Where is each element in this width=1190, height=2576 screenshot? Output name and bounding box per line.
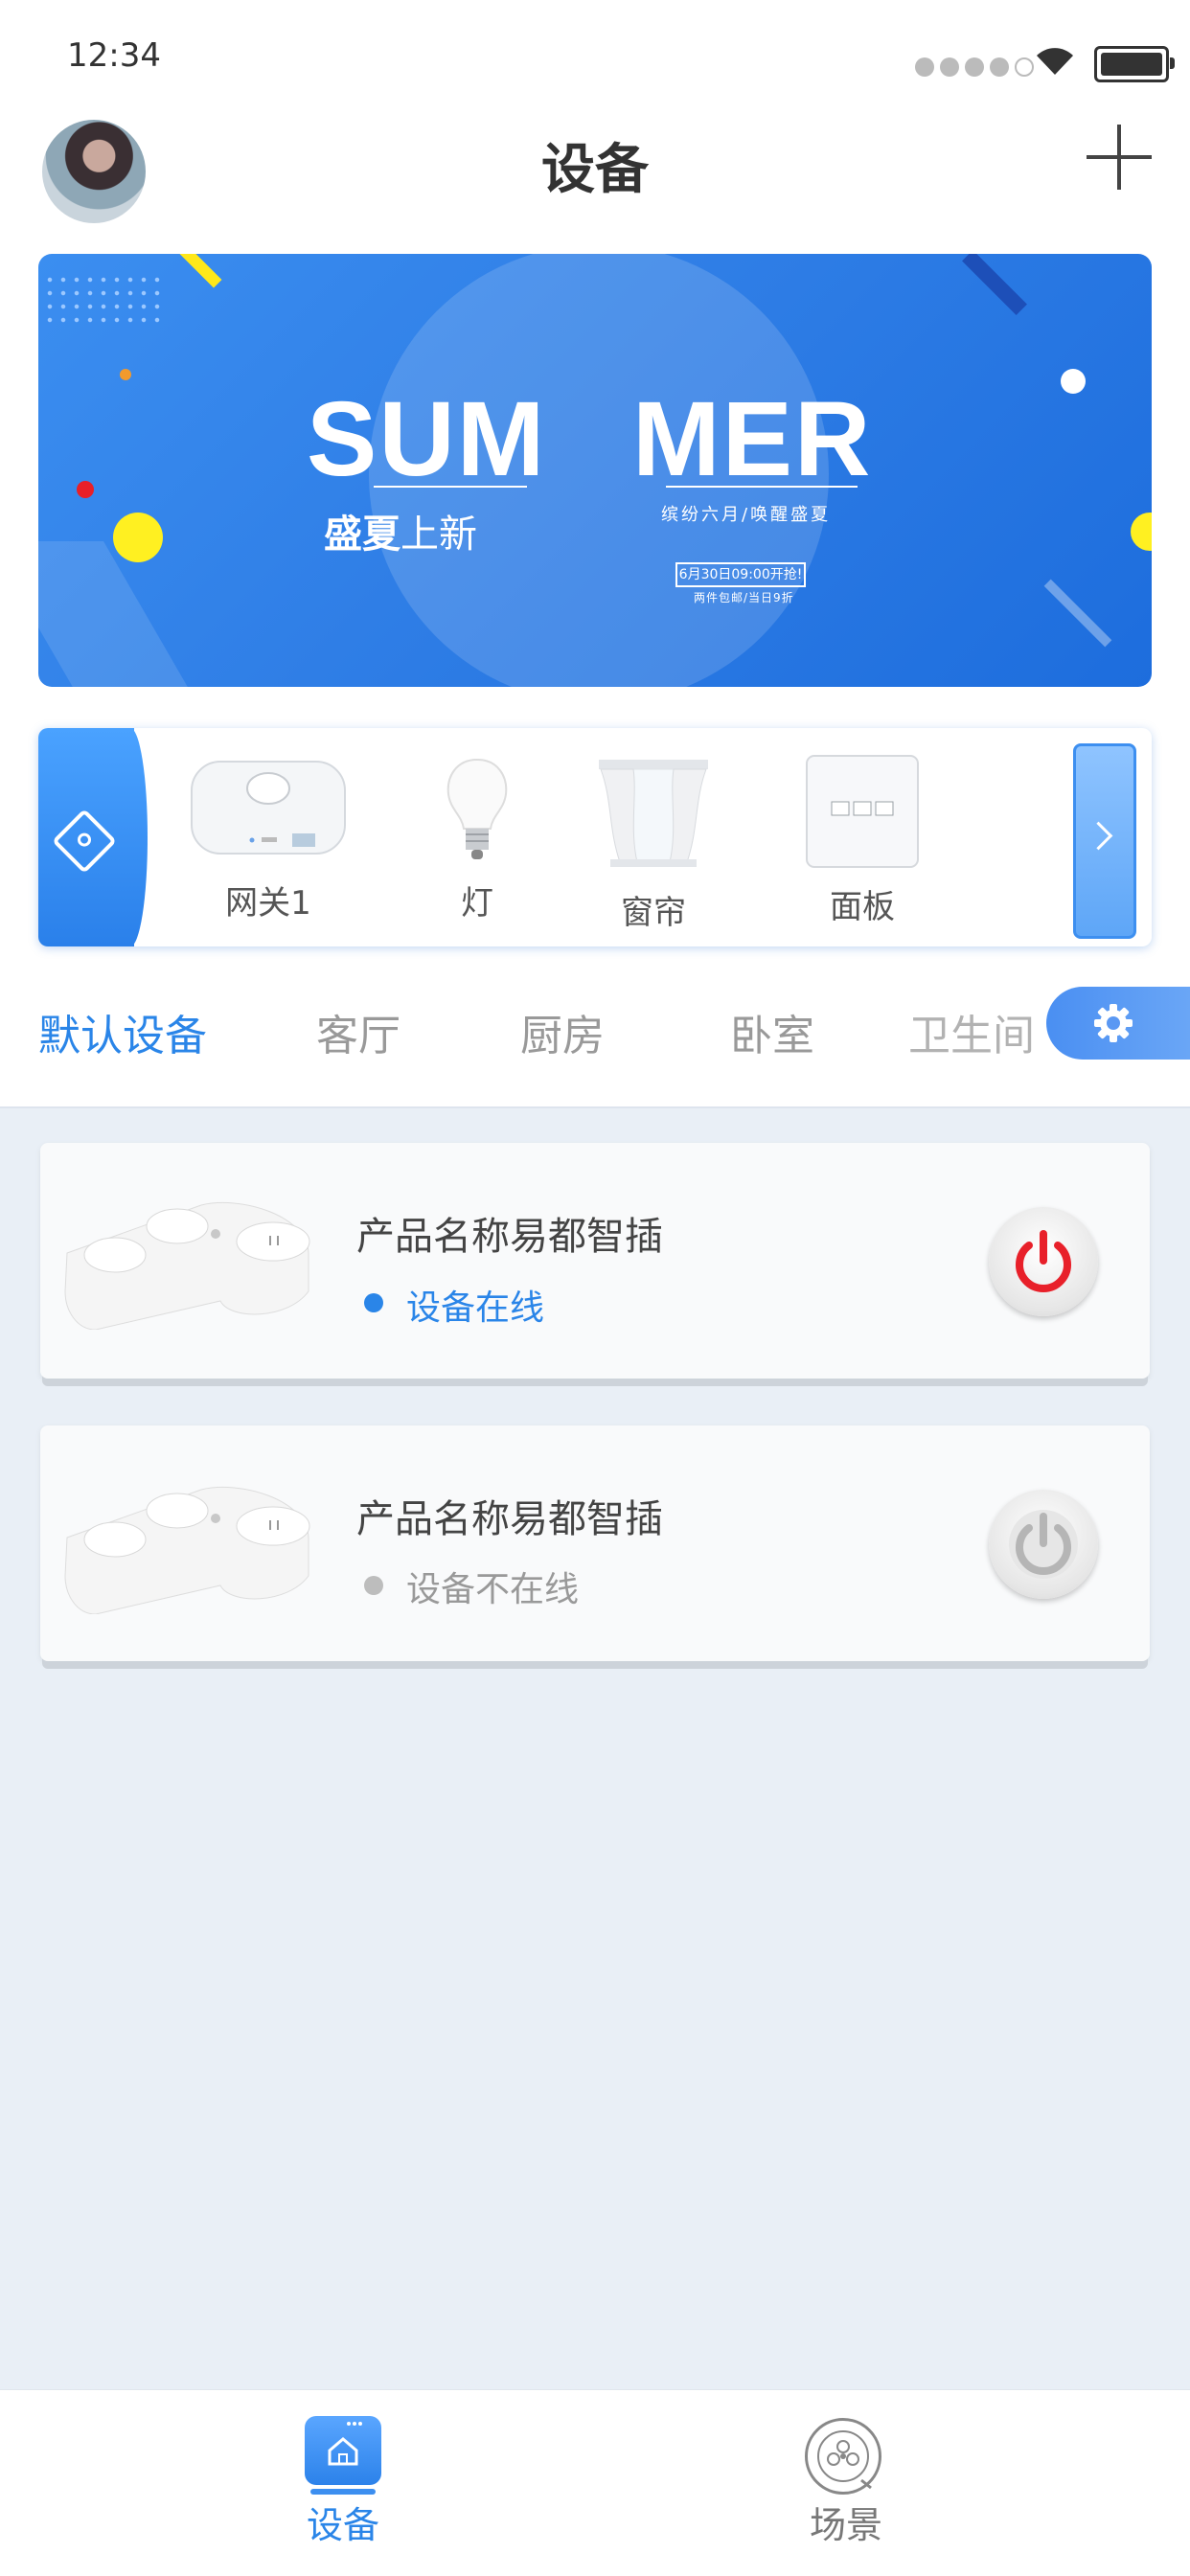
scene-icon	[817, 2430, 872, 2490]
category-label: 窗帘	[621, 894, 686, 932]
bottom-nav	[0, 2389, 1190, 2576]
status-time: 12:34	[67, 36, 161, 75]
tab-kitchen[interactable]: 厨房	[520, 1001, 605, 1062]
promo-banner[interactable]: SUM MER 盛夏上新 缤纷六月/唤醒盛夏 6月30日09:00开抢! 两件包…	[38, 254, 1152, 687]
online-status-dot	[364, 1293, 383, 1312]
tab-default-devices[interactable]: 默认设备	[38, 1001, 207, 1062]
banner-subtitle: 盛夏上新	[324, 513, 477, 557]
tab-living-room[interactable]: 客厅	[316, 1001, 400, 1062]
banner-word-left: SUM	[307, 380, 547, 498]
panel-icon	[806, 755, 919, 868]
battery-icon	[1094, 46, 1175, 82]
category-label: 网关1	[225, 884, 311, 923]
gear-icon	[1092, 1002, 1134, 1044]
nav-devices-label[interactable]: 设备	[307, 2496, 379, 2548]
status-bar	[0, 0, 1190, 96]
category-gateway[interactable]: 网关1	[182, 752, 355, 923]
nav-devices-button[interactable]	[305, 2416, 381, 2495]
wifi-icon	[1033, 44, 1077, 80]
category-panel[interactable]: 面板	[776, 752, 949, 927]
category-light[interactable]: 灯	[391, 752, 563, 923]
signal-icon	[915, 57, 1034, 77]
curtain-icon	[599, 760, 708, 867]
category-label: 灯	[461, 884, 493, 923]
category-curtain[interactable]: 窗帘	[567, 752, 740, 933]
home-icon	[328, 2422, 362, 2466]
tab-bathroom[interactable]: 卫生间	[908, 1001, 1052, 1062]
offline-status-dot	[364, 1576, 383, 1595]
banner-date: 6月30日09:00开抢!	[675, 562, 806, 587]
nav-scenes-label[interactable]: 场景	[810, 2496, 882, 2548]
banner-tagline: 缤纷六月/唤醒盛夏	[661, 505, 832, 525]
add-device-button[interactable]	[1087, 125, 1152, 190]
page-title: 设备	[541, 139, 649, 201]
smart-plug-image	[64, 1486, 310, 1614]
power-button[interactable]	[989, 1490, 1098, 1599]
nav-scenes-button[interactable]	[805, 2418, 881, 2495]
smart-plug-image	[64, 1201, 310, 1330]
power-icon	[1016, 1230, 1071, 1292]
tab-bedroom[interactable]: 卧室	[730, 1001, 814, 1062]
gateway-icon	[191, 761, 346, 855]
device-name: 产品名称易都智插	[356, 1215, 663, 1259]
device-status: 设备不在线	[406, 1570, 580, 1609]
power-icon	[1009, 1510, 1078, 1579]
device-name: 产品名称易都智插	[356, 1497, 663, 1541]
power-button[interactable]	[989, 1207, 1098, 1316]
category-label: 面板	[830, 888, 895, 926]
device-status: 设备在线	[406, 1288, 545, 1328]
banner-word-right: MER	[632, 380, 873, 498]
banner-shipping: 两件包邮/当日9折	[694, 591, 794, 604]
bulb-icon	[446, 758, 508, 859]
